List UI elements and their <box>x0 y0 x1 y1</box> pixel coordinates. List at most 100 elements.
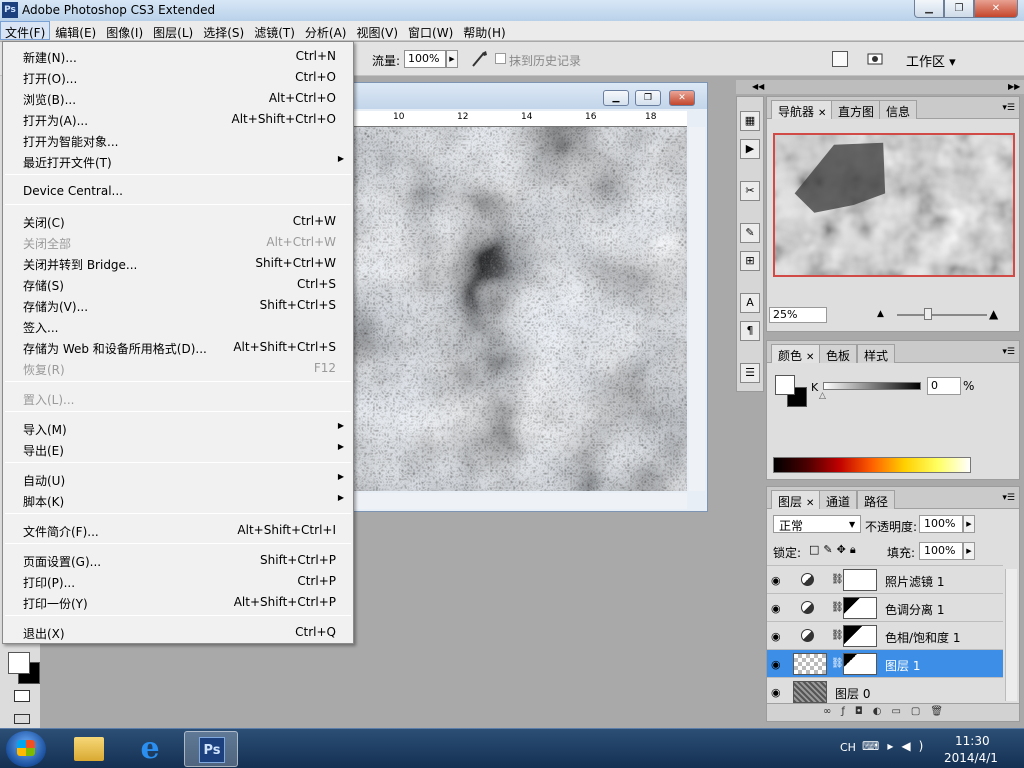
layers-scrollbar[interactable] <box>1005 569 1017 701</box>
tab-histogram[interactable]: 直方图 <box>831 100 882 119</box>
document-image[interactable] <box>353 127 687 491</box>
layer-row-posterize[interactable]: ◉ ⛓ 色调分离 1 <box>767 593 1003 621</box>
brushes-panel-icon[interactable]: ✎ <box>740 223 760 243</box>
eye-icon[interactable]: ◉ <box>771 658 781 671</box>
clone-source-icon[interactable]: ⊞ <box>740 251 760 271</box>
tab-layers[interactable]: 图层 ✕ <box>771 490 822 509</box>
menu-edit[interactable]: 编辑(E) <box>50 21 101 40</box>
k-value-input[interactable]: 0 <box>927 377 961 395</box>
foreground-color-swatch[interactable] <box>8 652 30 674</box>
document-horizontal-scrollbar[interactable] <box>353 493 687 509</box>
eye-icon[interactable]: ◉ <box>771 574 781 587</box>
quick-mask-icon[interactable] <box>14 690 30 702</box>
eye-icon[interactable]: ◉ <box>771 630 781 643</box>
layer-row-photo-filter[interactable]: ◉ ⛓ 照片滤镜 1 <box>767 565 1003 593</box>
tab-paths[interactable]: 路径 <box>857 490 896 509</box>
menu-item-save-for-web[interactable]: 存储为 Web 和设备所用格式(D)... Alt+Shift+Ctrl+S <box>4 336 352 357</box>
taskbar-explorer[interactable] <box>62 731 116 767</box>
doc-minimize-button[interactable]: ▁ <box>603 90 629 106</box>
restore-button[interactable]: ❐ <box>944 0 974 18</box>
layer-mask-thumbnail[interactable] <box>843 597 877 619</box>
character-panel-icon[interactable]: A <box>740 293 760 313</box>
flow-arrow-button[interactable]: ▶ <box>446 50 458 68</box>
layer-thumbnail[interactable] <box>793 681 827 703</box>
menu-image[interactable]: 图像(I) <box>101 21 148 40</box>
menu-item-exit[interactable]: 退出(X) Ctrl+Q <box>4 621 352 642</box>
navigator-thumbnail[interactable] <box>773 133 1015 277</box>
doc-restore-button[interactable]: ❐ <box>635 90 661 106</box>
menu-item-open-smart-object[interactable]: 打开为智能对象... <box>4 129 352 150</box>
menu-layer[interactable]: 图层(L) <box>148 21 198 40</box>
chevron-down-icon[interactable]: ▼ <box>849 520 855 529</box>
menu-select[interactable]: 选择(S) <box>198 21 249 40</box>
tab-styles[interactable]: 样式 <box>857 344 896 363</box>
taskbar-ie[interactable]: e <box>124 731 178 767</box>
doc-close-button[interactable]: ✕ <box>669 90 695 106</box>
menu-view[interactable]: 视图(V) <box>351 21 403 40</box>
tab-swatches[interactable]: 色板 <box>819 344 858 363</box>
menu-item-scripts[interactable]: 脚本(K) ▶ <box>4 489 352 510</box>
paragraph-panel-icon[interactable]: ¶ <box>740 321 760 341</box>
airbrush-icon[interactable] <box>470 49 490 69</box>
tab-channels[interactable]: 通道 <box>819 490 858 509</box>
navigator-zoom-slider[interactable] <box>897 314 987 316</box>
menu-item-print-one-copy[interactable]: 打印一份(Y) Alt+Shift+Ctrl+P <box>4 591 352 612</box>
layers-footer-buttons[interactable]: ∞ƒ◘◐▭▢🗑︎ <box>767 703 1019 721</box>
menu-item-device-central[interactable]: Device Central... <box>4 180 352 201</box>
layer-mask-thumbnail[interactable] <box>843 653 877 675</box>
menu-item-save-as[interactable]: 存储为(V)... Shift+Ctrl+S <box>4 294 352 315</box>
clock-time[interactable]: 11:30 <box>955 734 990 748</box>
lock-options-icons[interactable]: □✎✥🔒︎ <box>809 543 860 557</box>
tab-color[interactable]: 颜色 ✕ <box>771 344 822 363</box>
screen-mode-icon[interactable] <box>14 714 30 724</box>
menu-analysis[interactable]: 分析(A) <box>300 21 352 40</box>
taskbar-photoshop[interactable]: Ps <box>184 731 238 767</box>
layer-mask-thumbnail[interactable] <box>843 625 877 647</box>
expand-dock-icon[interactable]: ▶▶ <box>1008 82 1020 91</box>
color-spectrum-bar[interactable] <box>773 457 971 473</box>
menu-item-new[interactable]: 新建(N)... Ctrl+N <box>4 45 352 66</box>
menu-item-recent-files[interactable]: 最近打开文件(T) ▶ <box>4 150 352 171</box>
opacity-arrow-button[interactable]: ▶ <box>963 515 975 533</box>
collapse-dock-icon[interactable]: ◀◀ <box>752 82 764 91</box>
menu-item-automate[interactable]: 自动(U) ▶ <box>4 468 352 489</box>
menu-item-page-setup[interactable]: 页面设置(G)... Shift+Ctrl+P <box>4 549 352 570</box>
document-vertical-scrollbar[interactable] <box>689 127 705 491</box>
erase-to-history-checkbox[interactable] <box>495 53 506 64</box>
fill-arrow-button[interactable]: ▶ <box>963 542 975 560</box>
history-panel-icon[interactable]: ▦ <box>740 111 760 131</box>
layer-row-layer-0[interactable]: ◉ 图层 0 <box>767 677 1003 705</box>
menu-item-print[interactable]: 打印(P)... Ctrl+P <box>4 570 352 591</box>
menu-file[interactable]: 文件(F) <box>0 21 51 40</box>
k-slider-handle[interactable]: △ <box>819 391 826 401</box>
menu-window[interactable]: 窗口(W) <box>403 21 458 40</box>
tool-presets-icon[interactable]: ✂ <box>740 181 760 201</box>
language-indicator[interactable]: CH <box>840 741 856 754</box>
clock-date[interactable]: 2014/4/1 <box>944 751 998 765</box>
zoom-out-icon[interactable]: ▲ <box>877 309 884 319</box>
menu-item-save[interactable]: 存储(S) Ctrl+S <box>4 273 352 294</box>
fill-input[interactable]: 100% <box>919 542 963 560</box>
menu-item-export[interactable]: 导出(E) ▶ <box>4 438 352 459</box>
menu-item-open[interactable]: 打开(O)... Ctrl+O <box>4 66 352 87</box>
menu-item-import[interactable]: 导入(M) ▶ <box>4 417 352 438</box>
actions-panel-icon[interactable]: ▶ <box>740 139 760 159</box>
palette-well-icon[interactable] <box>832 51 848 67</box>
flow-input[interactable]: 100% <box>404 50 446 68</box>
layer-comps-icon[interactable]: ☰ <box>740 363 760 383</box>
zoom-slider-handle[interactable] <box>924 308 932 320</box>
bridge-icon[interactable] <box>866 50 886 68</box>
eye-icon[interactable]: ◉ <box>771 602 781 615</box>
workspace-menu[interactable]: 工作区 ▾ <box>906 51 956 70</box>
layer-thumbnail[interactable] <box>793 653 827 675</box>
layer-row-hue-saturation[interactable]: ◉ ⛓ 色相/饱和度 1 <box>767 621 1003 649</box>
panel-menu-icon[interactable]: ▾☰ <box>1002 103 1015 113</box>
panel-menu-icon[interactable]: ▾☰ <box>1002 493 1015 503</box>
tab-info[interactable]: 信息 <box>879 100 918 119</box>
close-button[interactable]: ✕ <box>974 0 1018 18</box>
menu-item-close[interactable]: 关闭(C) Ctrl+W <box>4 210 352 231</box>
zoom-in-icon[interactable]: ▲ <box>989 307 998 321</box>
eye-icon[interactable]: ◉ <box>771 686 781 699</box>
menu-filter[interactable]: 滤镜(T) <box>249 21 300 40</box>
menu-item-open-as[interactable]: 打开为(A)... Alt+Shift+Ctrl+O <box>4 108 352 129</box>
